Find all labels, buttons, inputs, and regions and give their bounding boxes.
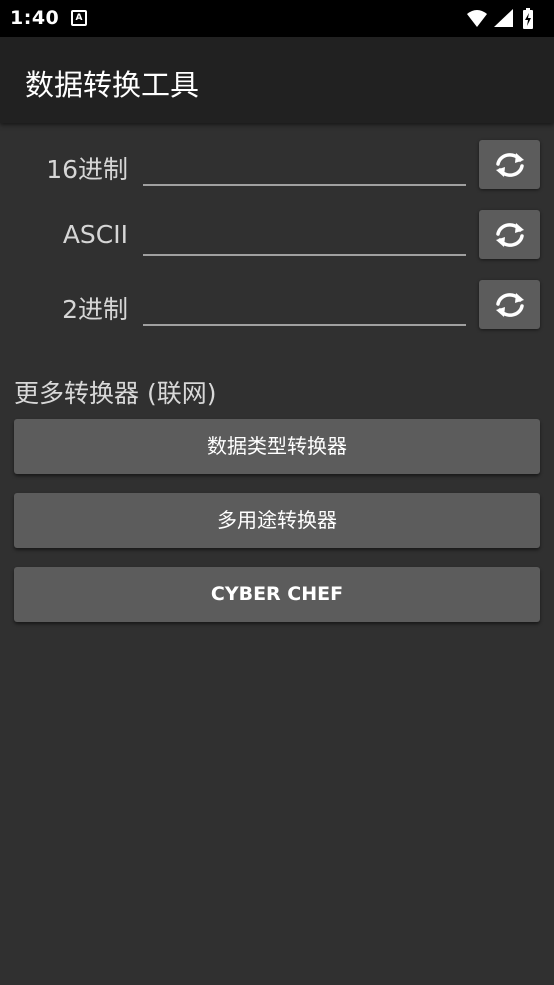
ascii-label: ASCII bbox=[62, 220, 128, 249]
refresh-icon bbox=[495, 152, 524, 177]
status-time: 1:40 bbox=[10, 7, 60, 29]
battery-icon bbox=[523, 8, 533, 29]
binary-input[interactable] bbox=[143, 284, 466, 326]
binary-row: 2进制 bbox=[0, 280, 554, 336]
wifi-icon bbox=[467, 10, 487, 27]
signal-icon bbox=[494, 9, 513, 27]
ascii-row: ASCII bbox=[0, 210, 554, 266]
hex-label: 16进制 bbox=[46, 155, 128, 184]
hex-input[interactable] bbox=[143, 144, 466, 186]
app-bar: 数据转换工具 bbox=[0, 37, 554, 123]
status-icons bbox=[467, 8, 533, 29]
status-bar: 1:40 A bbox=[0, 0, 554, 37]
hex-row: 16进制 bbox=[0, 140, 554, 196]
multipurpose-converter-button[interactable]: 多用途转换器 bbox=[14, 493, 540, 548]
ascii-input[interactable] bbox=[143, 214, 466, 256]
cyber-chef-button[interactable]: CYBER CHEF bbox=[14, 567, 540, 622]
refresh-icon bbox=[495, 222, 524, 247]
hex-convert-button[interactable] bbox=[479, 140, 540, 189]
binary-label: 2进制 bbox=[62, 295, 128, 324]
binary-convert-button[interactable] bbox=[479, 280, 540, 329]
app-title: 数据转换工具 bbox=[25, 68, 200, 102]
data-type-converter-button[interactable]: 数据类型转换器 bbox=[14, 419, 540, 474]
more-converters-title: 更多转换器 (联网) bbox=[14, 379, 217, 408]
notification-a-icon: A bbox=[71, 10, 87, 26]
refresh-icon bbox=[495, 292, 524, 317]
ascii-convert-button[interactable] bbox=[479, 210, 540, 259]
